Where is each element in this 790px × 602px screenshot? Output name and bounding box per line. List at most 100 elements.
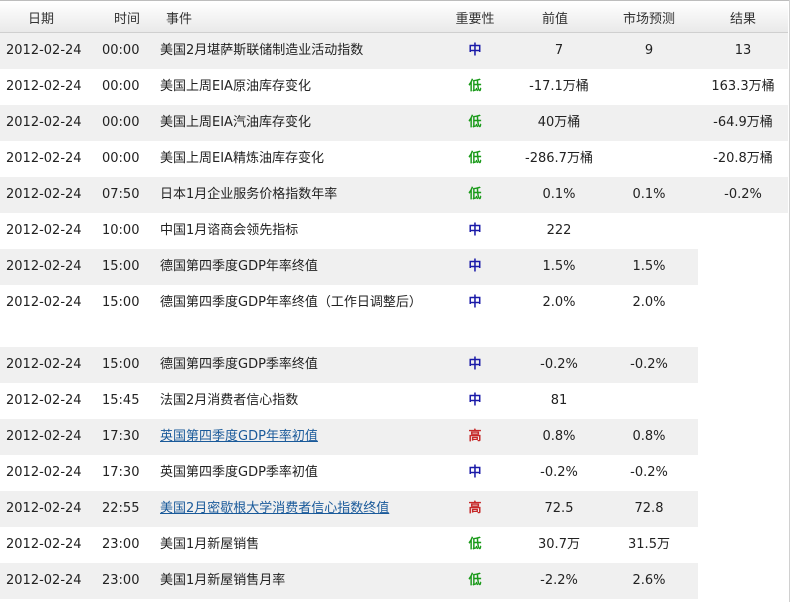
- row-event: 德国第四季度GDP季率终值: [160, 347, 440, 383]
- row-result: [698, 563, 788, 599]
- row-previous: 40万桶: [510, 105, 600, 141]
- row-result: [698, 285, 788, 347]
- row-forecast: 2.6%: [600, 563, 698, 599]
- row-event: 中国1月谘商会领先指标: [160, 223, 299, 238]
- row-previous: 0.1%: [510, 177, 600, 213]
- row-event: 德国第四季度GDP年率终值（工作日调整后）: [160, 295, 422, 310]
- row-time: 23:00: [100, 563, 160, 599]
- row-previous: -2.2%: [510, 563, 600, 599]
- row-date: 2012-02-24: [6, 79, 82, 94]
- row-importance: 中: [468, 295, 482, 310]
- row-importance: 中: [440, 249, 510, 285]
- row-previous: -17.1万桶: [529, 79, 589, 94]
- row-result: -64.9万桶: [698, 105, 788, 141]
- header-date: 日期: [0, 2, 100, 33]
- row-time: 22:55: [100, 491, 160, 527]
- row-importance: 低: [440, 177, 510, 213]
- row-event: 日本1月企业服务价格指数年率: [160, 177, 440, 213]
- row-importance: 高: [440, 419, 510, 455]
- row-date: 2012-02-24: [6, 151, 82, 166]
- row-importance: 中: [468, 223, 482, 238]
- row-event: 美国1月新屋销售月率: [160, 563, 440, 599]
- row-event: 英国第四季度GDP季率初值: [160, 465, 318, 480]
- table-header-row: 日期 时间 事件 重要性 前值 市场预测 结果: [0, 2, 788, 33]
- row-previous: -0.2%: [540, 465, 578, 480]
- row-forecast: 72.8: [600, 491, 698, 527]
- table-row: 2012-02-24 23:00 美国1月新屋销售月率 低 -2.2% 2.6%: [0, 563, 788, 599]
- top-border: [0, 0, 790, 1]
- row-date: 2012-02-24: [0, 177, 100, 213]
- row-result: 163.3万桶: [711, 79, 775, 94]
- row-date: 2012-02-24: [6, 537, 82, 552]
- table-row: 2012-02-24 10:00 中国1月谘商会领先指标 中 222: [0, 213, 788, 249]
- row-forecast: [600, 69, 698, 105]
- row-importance: 中: [468, 465, 482, 480]
- row-previous: 2.0%: [542, 295, 576, 310]
- row-date: 2012-02-24: [6, 295, 82, 310]
- row-result: [698, 527, 788, 563]
- row-forecast: 9: [600, 32, 698, 69]
- row-importance: 中: [440, 32, 510, 69]
- row-result: [698, 347, 788, 383]
- row-previous: -286.7万桶: [525, 151, 593, 166]
- row-date: 2012-02-24: [0, 105, 100, 141]
- row-importance: 低: [440, 105, 510, 141]
- row-event: 美国1月新屋销售: [160, 537, 260, 552]
- row-forecast: [600, 141, 698, 177]
- table-row: 2012-02-24 15:00 德国第四季度GDP年率终值（工作日调整后） 中…: [0, 285, 788, 347]
- table-row: 2012-02-24 17:30 英国第四季度GDP年率初值 高 0.8% 0.…: [0, 419, 788, 455]
- row-time: 17:30: [100, 419, 160, 455]
- row-result: [698, 249, 788, 285]
- table-row: 2012-02-24 00:00 美国上周EIA精炼油库存变化 低 -286.7…: [0, 141, 788, 177]
- row-result: [698, 213, 788, 249]
- row-date: 2012-02-24: [0, 347, 100, 383]
- row-time: 23:00: [102, 537, 140, 552]
- table-row: 2012-02-24 23:00 美国1月新屋销售 低 30.7万 31.5万: [0, 527, 788, 563]
- row-result: [698, 419, 788, 455]
- row-time: 00:00: [100, 105, 160, 141]
- calendar-frame: 日期 时间 事件 重要性 前值 市场预测 结果 2012-02-24 00:00…: [0, 0, 790, 602]
- row-forecast: 0.8%: [600, 419, 698, 455]
- row-previous: -0.2%: [510, 347, 600, 383]
- row-event-cell: 英国第四季度GDP年率初值: [160, 419, 440, 455]
- table-row: 2012-02-24 00:00 美国上周EIA原油库存变化 低 -17.1万桶…: [0, 69, 788, 105]
- row-date: 2012-02-24: [0, 419, 100, 455]
- table-row: 2012-02-24 15:00 德国第四季度GDP季率终值 中 -0.2% -…: [0, 347, 788, 383]
- row-time: 00:00: [102, 79, 140, 94]
- table-row: 2012-02-24 22:55 美国2月密歇根大学消费者信心指数终值 高 72…: [0, 491, 788, 527]
- row-date: 2012-02-24: [0, 491, 100, 527]
- table-row: 2012-02-24 15:00 德国第四季度GDP年率终值 中 1.5% 1.…: [0, 249, 788, 285]
- row-date: 2012-02-24: [6, 465, 82, 480]
- row-time: 07:50: [100, 177, 160, 213]
- row-result: [698, 491, 788, 527]
- row-date: 2012-02-24: [0, 249, 100, 285]
- row-forecast: -0.2%: [600, 347, 698, 383]
- row-time: 10:00: [102, 223, 140, 238]
- row-forecast: [600, 213, 698, 249]
- row-importance: 高: [440, 491, 510, 527]
- row-result: [698, 455, 788, 491]
- event-link[interactable]: 英国第四季度GDP年率初值: [160, 429, 318, 444]
- row-date: 2012-02-24: [0, 32, 100, 69]
- row-forecast: 31.5万: [628, 537, 670, 552]
- row-event: 美国上周EIA汽油库存变化: [160, 105, 440, 141]
- economic-calendar-table: 日期 时间 事件 重要性 前值 市场预测 结果 2012-02-24 00:00…: [0, 2, 788, 599]
- row-time: 15:00: [100, 347, 160, 383]
- row-forecast: [600, 105, 698, 141]
- row-previous: 0.8%: [510, 419, 600, 455]
- row-previous: 72.5: [510, 491, 600, 527]
- row-importance: 低: [468, 79, 482, 94]
- header-time: 时间: [100, 2, 160, 33]
- row-time: 00:00: [100, 32, 160, 69]
- row-result: [698, 383, 788, 419]
- table-row: 2012-02-24 15:45 法国2月消费者信心指数 中 81: [0, 383, 788, 419]
- row-forecast: 2.0%: [632, 295, 666, 310]
- row-time: 00:00: [102, 151, 140, 166]
- row-previous: 1.5%: [510, 249, 600, 285]
- header-forecast: 市场预测: [600, 2, 698, 33]
- header-result: 结果: [698, 2, 788, 33]
- row-forecast: [600, 383, 698, 419]
- row-time: 15:45: [102, 393, 140, 408]
- row-importance: 低: [440, 563, 510, 599]
- event-link[interactable]: 美国2月密歇根大学消费者信心指数终值: [160, 501, 389, 516]
